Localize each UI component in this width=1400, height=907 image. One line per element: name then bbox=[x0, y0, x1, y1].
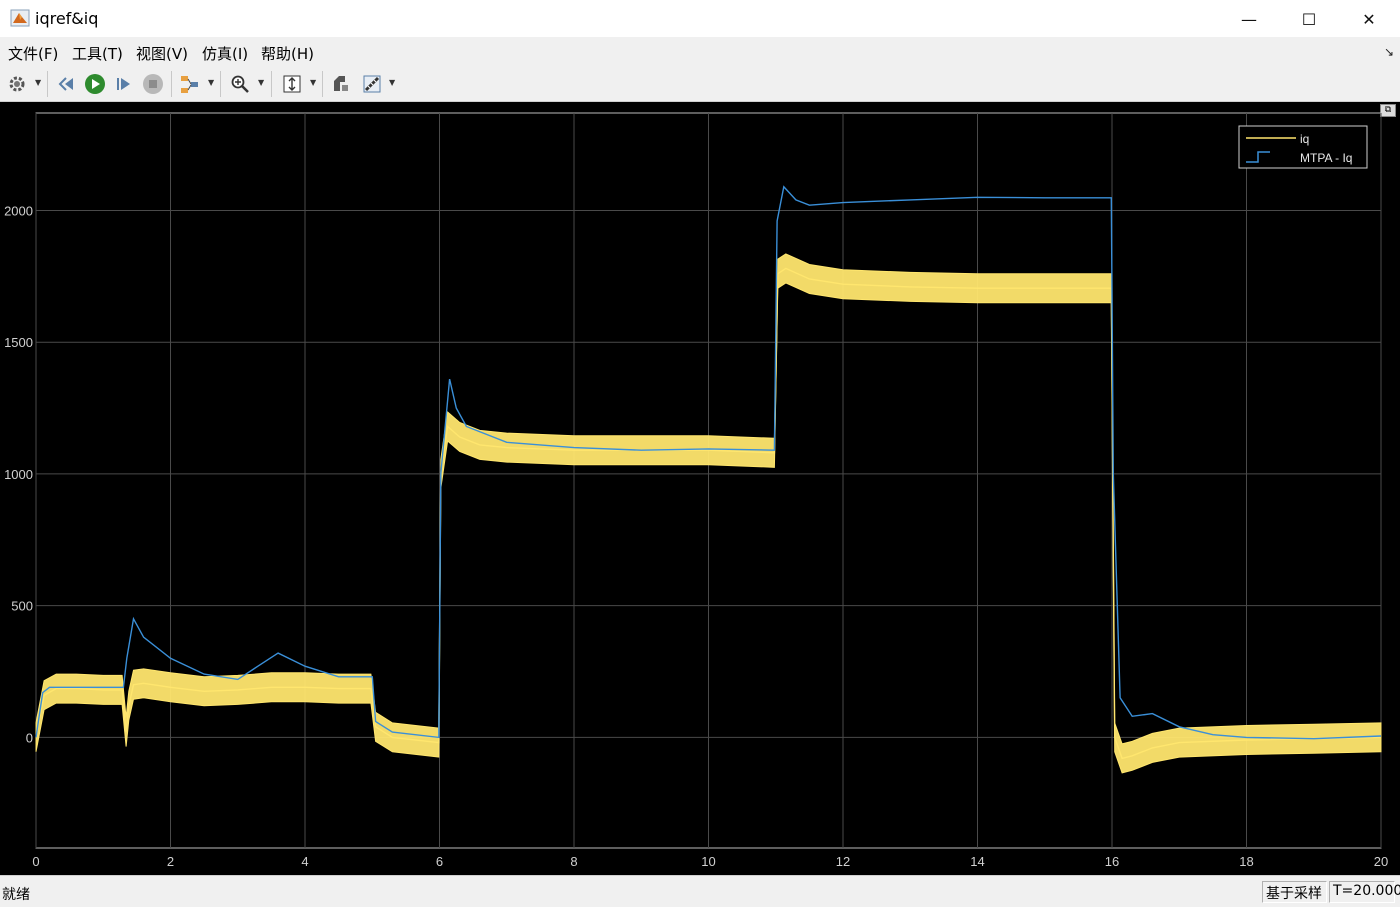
toolbar: ▼ ▼ ▼ ▼ ▼ bbox=[0, 66, 1400, 102]
window-title: iqref&iq bbox=[35, 9, 99, 28]
x-tick-label: 14 bbox=[970, 854, 984, 869]
close-icon: ✕ bbox=[1362, 9, 1376, 29]
menu-view[interactable]: 视图(V) bbox=[136, 43, 188, 64]
run-icon[interactable] bbox=[83, 72, 107, 96]
legend: iq MTPA - Iq bbox=[1238, 125, 1368, 169]
y-tick-label: 0 bbox=[26, 730, 33, 745]
status-text: 就绪 bbox=[2, 887, 30, 903]
maximize-button[interactable]: ☐ bbox=[1279, 0, 1339, 38]
menu-tools[interactable]: 工具(T) bbox=[72, 43, 123, 64]
gear-icon[interactable] bbox=[5, 72, 29, 96]
stop-icon[interactable] bbox=[141, 72, 165, 96]
x-tick-label: 12 bbox=[836, 854, 850, 869]
collapse-menu-icon[interactable]: ↘ bbox=[1384, 45, 1394, 59]
menu-simulation[interactable]: 仿真(I) bbox=[202, 43, 248, 64]
menu-help[interactable]: 帮助(H) bbox=[261, 43, 314, 64]
y-tick-label: 500 bbox=[11, 599, 33, 614]
title-bar: iqref&iq — ☐ ✕ bbox=[0, 0, 1400, 38]
toolbar-separator bbox=[271, 71, 272, 97]
legend-label-iq: iq bbox=[1300, 132, 1309, 146]
close-button[interactable]: ✕ bbox=[1339, 0, 1399, 38]
step-forward-icon[interactable] bbox=[112, 72, 136, 96]
y-tick-label: 1000 bbox=[4, 467, 33, 482]
minimize-icon: — bbox=[1241, 9, 1257, 29]
legend-label-mtpa: MTPA - Iq bbox=[1300, 151, 1352, 165]
autoscale-icon[interactable] bbox=[280, 72, 304, 96]
measure-dropdown-icon[interactable]: ▼ bbox=[389, 78, 397, 90]
x-tick-label: 16 bbox=[1105, 854, 1119, 869]
menu-file[interactable]: 文件(F) bbox=[8, 43, 58, 64]
style-icon[interactable] bbox=[329, 72, 353, 96]
y-tick-label: 2000 bbox=[4, 203, 33, 218]
x-tick-label: 4 bbox=[301, 854, 308, 869]
matlab-icon bbox=[10, 9, 30, 27]
x-tick-label: 18 bbox=[1239, 854, 1253, 869]
zoom-dropdown-icon[interactable]: ▼ bbox=[258, 78, 266, 90]
x-tick-label: 20 bbox=[1374, 854, 1388, 869]
toolbar-separator bbox=[322, 71, 323, 97]
y-tick-label: 1500 bbox=[4, 335, 33, 350]
autoscale-dropdown-icon[interactable]: ▼ bbox=[310, 78, 318, 90]
zoom-icon[interactable] bbox=[228, 72, 252, 96]
measure-icon[interactable] bbox=[360, 72, 384, 96]
toolbar-separator bbox=[171, 71, 172, 97]
settings-dropdown-icon[interactable]: ▼ bbox=[35, 78, 43, 90]
toolbar-separator bbox=[47, 71, 48, 97]
sample-mode-indicator: 基于采样 bbox=[1262, 881, 1327, 903]
maximize-icon: ☐ bbox=[1301, 9, 1317, 29]
sim-time-indicator: T=20.000 bbox=[1329, 881, 1400, 903]
x-tick-label: 10 bbox=[701, 854, 715, 869]
status-bar: 就绪 基于采样 T=20.000 bbox=[0, 875, 1400, 907]
x-tick-label: 2 bbox=[167, 854, 174, 869]
x-tick-label: 8 bbox=[570, 854, 577, 869]
x-tick-label: 0 bbox=[32, 854, 39, 869]
step-back-icon[interactable] bbox=[55, 72, 79, 96]
menu-bar: 文件(F) 工具(T) 视图(V) 仿真(I) 帮助(H) ↘ bbox=[0, 38, 1400, 66]
highlight-dropdown-icon[interactable]: ▼ bbox=[208, 78, 216, 90]
minimize-button[interactable]: — bbox=[1219, 0, 1279, 38]
scope-chart[interactable]: 0 2 4 6 8 10 12 14 16 18 20 0 500 1000 1500 2000 iq MTP… bbox=[0, 102, 1400, 875]
highlight-block-icon[interactable] bbox=[178, 72, 202, 96]
x-tick-label: 6 bbox=[436, 854, 443, 869]
toolbar-separator bbox=[220, 71, 221, 97]
